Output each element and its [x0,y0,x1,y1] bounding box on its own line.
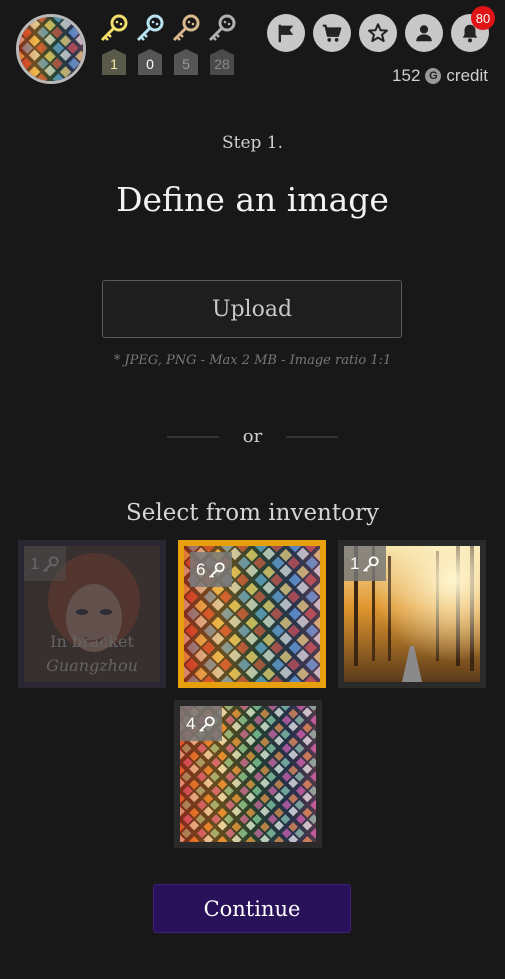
divider-line-left [166,435,219,438]
inventory-title: Select from inventory [126,500,379,526]
silver-key-icon [208,14,236,42]
tile-key-badge: 1 [24,546,67,581]
tile-key-badge: 6 [190,552,233,587]
upload-hint: * JPEG, PNG - Max 2 MB - Image ratio 1:1 [113,353,392,368]
credit-balance: 152 G credit [392,66,488,86]
avatar-image [19,17,83,81]
notifications-button[interactable]: 80 [451,6,495,52]
flag-button[interactable] [267,14,305,52]
divider-line-right [286,435,339,438]
tile-status-overlay: In bracket Guangzhou [18,630,166,678]
key-icon [209,561,226,578]
inventory-tile-portrait[interactable]: 1 In bracket Guangzhou [18,540,166,688]
tile-key-count: 1 [350,553,360,573]
user-icon [416,25,432,42]
blue-key-icon [136,14,164,42]
silver-key-count: 28 [210,49,234,75]
tile-key-badge: 1 [344,546,387,581]
inventory-tile-weave[interactable]: 4 [174,700,322,848]
tile-location-text: Guangzhou [46,656,138,675]
favorites-button[interactable] [359,14,397,52]
cart-icon [322,24,342,42]
tile-key-count: 4 [186,713,196,733]
credit-amount: 152 [392,66,421,85]
bronze-key-icon [172,14,200,42]
key-icon [43,555,60,572]
page-title: Define an image [116,180,389,219]
continue-button[interactable]: Continue [153,884,351,933]
star-icon [368,23,388,43]
upload-button[interactable]: Upload [102,280,402,338]
profile-button[interactable] [405,14,443,52]
tile-key-count: 6 [196,559,206,579]
step-label: Step 1. [221,133,284,153]
tile-key-count: 1 [30,553,40,573]
notification-badge: 80 [471,6,495,30]
blue-key-count: 0 [138,49,162,75]
key-inventory: 1 0 5 28 [98,14,238,75]
credit-coin-icon: G [425,68,442,84]
key-blue[interactable]: 0 [134,14,166,75]
key-icon [363,555,380,572]
gold-key-icon [100,14,128,42]
top-nav: 80 [267,6,495,52]
or-divider: or [0,426,505,447]
user-avatar[interactable] [16,14,86,84]
tile-status-text: In bracket [50,632,134,651]
inventory-tile-weave-selected[interactable]: 6 [178,540,326,688]
flag-icon [278,24,294,43]
or-label: or [242,426,263,447]
tile-key-badge: 4 [180,706,223,741]
inventory-tile-forest[interactable]: 1 [338,540,486,688]
bronze-key-count: 5 [174,49,198,75]
credit-label: credit [446,66,488,85]
gold-key-count: 1 [102,49,126,75]
key-gold[interactable]: 1 [98,14,130,75]
key-bronze[interactable]: 5 [170,14,202,75]
cart-button[interactable] [313,14,351,52]
key-icon [199,715,216,732]
key-silver[interactable]: 28 [206,14,238,75]
